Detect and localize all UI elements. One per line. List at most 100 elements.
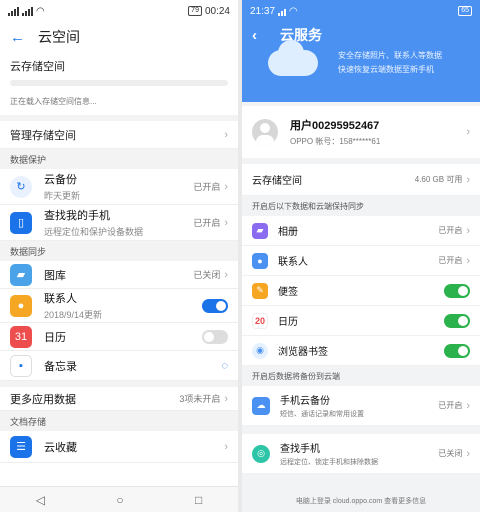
favorites-label: 云收藏	[44, 441, 77, 454]
bookmarks-label: 浏览器书签	[278, 347, 328, 358]
album-row[interactable]: ▰ 相册 已开启 ›	[242, 216, 480, 246]
section-header: 数据同步	[0, 241, 238, 261]
storage-title: 云存储空间	[10, 61, 65, 73]
album-status: 已开启	[438, 226, 463, 235]
chevron-right-icon: ›	[466, 173, 470, 186]
banner-line-2: 快速恢复云端数据至新手机	[338, 65, 434, 74]
page-title: 云空间	[38, 29, 80, 45]
contacts-row[interactable]: ● 联系人 2018/9/14更新	[0, 289, 238, 323]
calendar-row[interactable]: 31 日历	[0, 323, 238, 351]
footer-link-text[interactable]: 电脑上登录 cloud.oppo.com 查看更多信息	[242, 496, 480, 506]
notes-toggle[interactable]	[444, 283, 470, 298]
nav-home-icon[interactable]: ○	[116, 493, 123, 507]
cloud-backup-title: 云备份	[44, 174, 77, 186]
chevron-right-icon: ›	[224, 392, 228, 405]
section-header: 文档存储	[0, 411, 238, 431]
chevron-right-icon: ›	[224, 216, 228, 229]
battery-icon: 79	[188, 6, 202, 16]
memo-icon: ▪	[10, 354, 32, 377]
phone-backup-row[interactable]: ☁ 手机云备份 短信、通话记录和常用设置 已开启 ›	[242, 386, 480, 426]
cloud-illustration	[268, 40, 318, 76]
find-phone-status: 已开启	[193, 218, 221, 228]
nav-recents-icon[interactable]: □	[195, 493, 202, 507]
cloud-storage-value: 4.60 GB 可用	[414, 175, 463, 184]
section-header: 开启后数据将备份到云端	[242, 366, 480, 386]
memo-row[interactable]: ▪ 备忘录 ◌	[0, 351, 238, 381]
chevron-right-icon: ›	[466, 224, 470, 237]
gallery-icon: ▰	[10, 263, 32, 286]
chevron-right-icon: ›	[466, 447, 470, 460]
favorites-icon: ☰	[10, 435, 32, 458]
calendar-icon: 31	[10, 325, 32, 348]
cloud-storage-row[interactable]: 云存储空间 4.60 GB 可用 ›	[242, 164, 480, 196]
loading-spinner-icon: ◌	[221, 359, 228, 372]
contacts-sub: 2018/9/14更新	[44, 310, 103, 320]
favorites-row[interactable]: ☰ 云收藏 ›	[0, 431, 238, 463]
signal-icon	[278, 7, 287, 16]
calendar-label: 日历	[278, 317, 298, 328]
notes-row[interactable]: ✎ 便签	[242, 276, 480, 306]
more-apps-value: 3项未开启	[179, 394, 221, 404]
bookmarks-toggle[interactable]	[444, 343, 470, 358]
contacts-label: 联系人	[44, 293, 77, 305]
calendar-toggle[interactable]	[444, 313, 470, 328]
album-icon: ▰	[252, 222, 268, 239]
chevron-right-icon: ›	[224, 440, 228, 453]
contacts-label: 联系人	[278, 257, 308, 268]
find-phone-row[interactable]: ▯ 查找我的手机 远程定位和保护设备数据 已开启 ›	[0, 205, 238, 241]
phone-backup-status: 已开启	[438, 401, 463, 410]
chevron-right-icon: ›	[466, 399, 470, 412]
chevron-right-icon: ›	[224, 128, 228, 141]
more-apps-label: 更多应用数据	[10, 393, 76, 406]
cloud-backup-row[interactable]: ↻ 云备份 昨天更新 已开启 ›	[0, 169, 238, 205]
banner-line-1: 安全存储照片、联系人等数据	[338, 51, 442, 60]
find-phone-row[interactable]: ◎ 查找手机 远程定位、锁定手机和抹除数据 已关闭 ›	[242, 434, 480, 474]
wifi-icon: ◠	[289, 5, 298, 17]
find-phone-title: 查找手机	[280, 444, 320, 455]
contacts-toggle[interactable]	[202, 298, 228, 313]
section-header: 开启后以下数据和云端保持同步	[242, 196, 480, 216]
cloud-backup-sub: 昨天更新	[44, 191, 81, 201]
cloud-backup-icon: ↻	[10, 175, 32, 198]
right-screen: 21:37 ◠ 65 ‹ 云服务 安全存储照片、联系人等数据 快速恢复云端数据至…	[242, 0, 480, 512]
more-apps-row[interactable]: 更多应用数据 3项未开启 ›	[0, 381, 238, 411]
status-time: 00:24	[204, 5, 230, 17]
calendar-row[interactable]: 20 日历	[242, 306, 480, 336]
user-name: 用户00295952467	[290, 120, 380, 132]
find-phone-sub: 远程定位、锁定手机和抹除数据	[280, 459, 378, 466]
promo-banner: 安全存储照片、联系人等数据 快速恢复云端数据至新手机	[242, 40, 480, 102]
calendar-icon: 20	[252, 312, 268, 329]
manage-storage-row[interactable]: 管理存储空间 ›	[0, 115, 238, 149]
status-time: 21:37	[250, 5, 276, 17]
signal-icon	[8, 6, 19, 16]
chevron-right-icon: ›	[466, 254, 470, 267]
back-arrow-icon[interactable]: ←	[10, 29, 28, 46]
bookmarks-row[interactable]: ◉ 浏览器书签	[242, 336, 480, 366]
album-label: 相册	[278, 227, 298, 238]
signal-icon	[22, 6, 33, 16]
phone-icon: ▯	[10, 211, 32, 234]
cloud-backup-status: 已开启	[193, 182, 221, 192]
chevron-right-icon: ›	[224, 268, 228, 281]
phone-backup-sub: 短信、通话记录和常用设置	[280, 411, 364, 418]
calendar-toggle[interactable]	[202, 329, 228, 344]
manage-storage-label: 管理存储空间	[10, 129, 76, 142]
user-account-card[interactable]: 用户00295952467 OPPO 帐号：158******61 ›	[242, 106, 480, 158]
status-bar: 21:37 ◠ 65	[242, 0, 480, 22]
find-phone-sub: 远程定位和保护设备数据	[44, 227, 144, 237]
find-phone-radar-icon: ◎	[252, 444, 270, 463]
back-arrow-icon[interactable]: ‹	[252, 27, 270, 44]
contacts-status: 已开启	[438, 256, 463, 265]
nav-back-icon[interactable]: ◁	[36, 493, 45, 507]
cloud-storage-label: 云存储空间	[252, 176, 302, 187]
user-account: OPPO 帐号：158******61	[290, 137, 381, 146]
contacts-row[interactable]: ● 联系人 已开启 ›	[242, 246, 480, 276]
section-header: 数据保护	[0, 149, 238, 169]
contacts-icon: ●	[252, 252, 268, 269]
gallery-status: 已关闭	[193, 270, 221, 280]
storage-loading-text: 正在载入存储空间信息...	[10, 97, 97, 106]
chevron-right-icon: ›	[466, 126, 470, 138]
gallery-row[interactable]: ▰ 图库 已关闭 ›	[0, 261, 238, 289]
phone-backup-title: 手机云备份	[280, 396, 330, 407]
calendar-label: 日历	[44, 331, 66, 344]
